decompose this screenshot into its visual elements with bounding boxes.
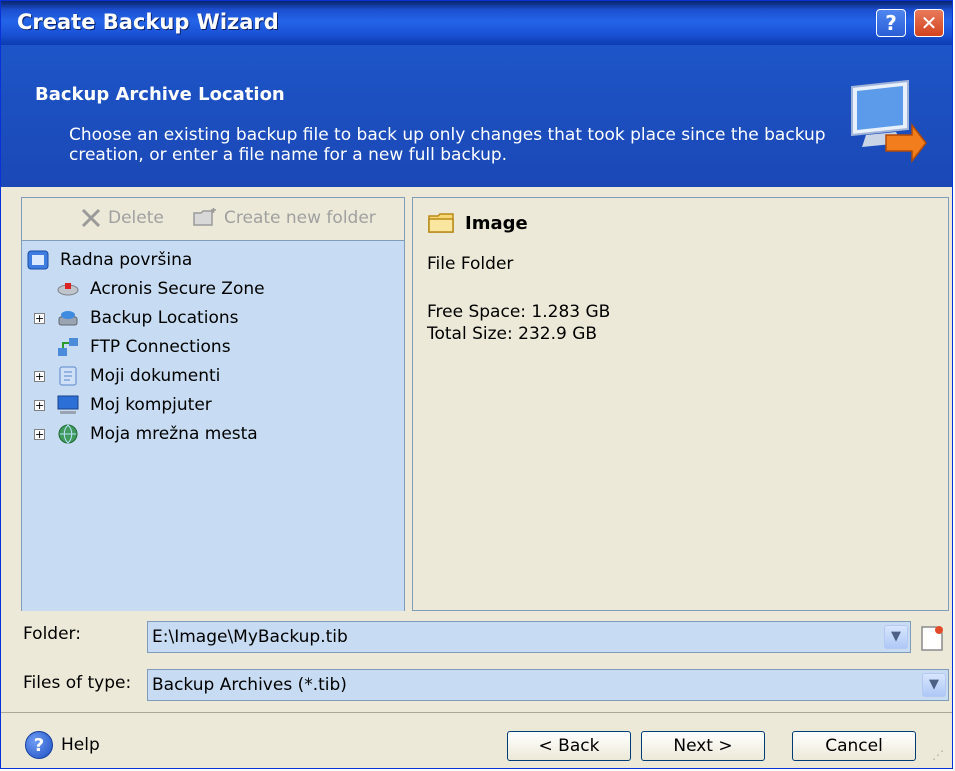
- tree-item-label: Backup Locations: [90, 308, 239, 328]
- back-button[interactable]: < Back: [507, 731, 631, 761]
- documents-icon: [59, 366, 77, 386]
- free-space-text: Free Space: 1.283 GB: [427, 302, 611, 322]
- chevron-down-icon: ▼: [929, 677, 939, 692]
- expand-toggle[interactable]: +: [34, 312, 45, 324]
- tree-item-label: Acronis Secure Zone: [90, 279, 265, 299]
- tree-item-computer[interactable]: + Moj kompjuter: [34, 392, 212, 418]
- close-button[interactable]: ✕: [914, 9, 944, 37]
- backup-locations-icon: [58, 311, 78, 326]
- total-size-text: Total Size: 232.9 GB: [427, 324, 598, 344]
- tree-item-desktop[interactable]: Radna površina: [26, 247, 192, 273]
- backup-wizard-window: Create Backup Wizard ? ✕ Backup Archive …: [0, 0, 953, 769]
- step-title: Backup Archive Location: [35, 84, 285, 105]
- expand-toggle[interactable]: +: [34, 399, 45, 411]
- tree-item-label: Moji dokumenti: [90, 366, 221, 386]
- expand-toggle[interactable]: +: [34, 370, 45, 382]
- location-browser: Delete Create new folder Radna površina: [21, 197, 405, 611]
- cancel-button[interactable]: Cancel: [792, 731, 916, 761]
- selected-item-type: File Folder: [427, 254, 514, 274]
- desktop-icon: [27, 250, 49, 270]
- file-type-label: Files of type:: [23, 673, 132, 693]
- tree-item-secure-zone[interactable]: Acronis Secure Zone: [56, 276, 265, 302]
- file-type-select[interactable]: Backup Archives (*.tib) ▼: [147, 669, 949, 701]
- tree-item-label: Radna površina: [60, 250, 193, 270]
- create-folder-label: Create new folder: [224, 208, 376, 228]
- help-title-button[interactable]: ?: [876, 9, 906, 37]
- wizard-header: Backup Archive Location Choose an existi…: [1, 45, 952, 187]
- secure-zone-icon: [57, 283, 79, 296]
- ftp-icon: [58, 338, 78, 356]
- selected-item-title: Image: [427, 212, 528, 234]
- file-type-value: Backup Archives (*.tib): [152, 675, 347, 695]
- monitor-arrow-icon: [851, 79, 927, 164]
- tree-item-network[interactable]: + Moja mrežna mesta: [34, 421, 258, 447]
- tree-item-label: Moj kompjuter: [90, 395, 212, 415]
- resize-grip[interactable]: ⋰: [932, 748, 948, 764]
- window-title: Create Backup Wizard: [17, 10, 279, 34]
- folder-value: E:\Image\MyBackup.tib: [152, 627, 348, 647]
- browser-toolbar: Delete Create new folder: [22, 198, 404, 240]
- help-icon: ?: [25, 731, 53, 759]
- network-icon: [58, 424, 78, 444]
- computer-icon: [57, 395, 79, 414]
- tree-item-ftp[interactable]: FTP Connections: [56, 334, 231, 360]
- help-label: Help: [61, 735, 100, 755]
- next-button[interactable]: Next >: [641, 731, 765, 761]
- new-folder-icon: [193, 208, 216, 226]
- file-type-dropdown-button[interactable]: ▼: [922, 673, 946, 697]
- delete-label: Delete: [108, 208, 164, 228]
- folder-tree[interactable]: Radna površina Acronis Secure Zone + Bac…: [22, 240, 404, 611]
- folder-label: Folder:: [23, 624, 81, 644]
- step-description: Choose an existing backup file to back u…: [69, 125, 826, 165]
- folder-combo[interactable]: E:\Image\MyBackup.tib ▼: [147, 621, 911, 653]
- expand-toggle[interactable]: +: [34, 428, 45, 440]
- footer-separator: [1, 712, 952, 713]
- delete-icon: [81, 208, 101, 228]
- help-link[interactable]: ? Help: [25, 731, 100, 759]
- tree-item-backup-locations[interactable]: + Backup Locations: [34, 305, 239, 331]
- delete-button[interactable]: Delete: [80, 208, 164, 228]
- selected-item-name: Image: [465, 212, 528, 234]
- chevron-down-icon: ▼: [891, 629, 901, 644]
- folder-dropdown-button[interactable]: ▼: [884, 625, 908, 649]
- tree-item-documents[interactable]: + Moji dokumenti: [34, 363, 221, 389]
- title-bar[interactable]: Create Backup Wizard ? ✕: [1, 1, 952, 45]
- create-folder-button[interactable]: Create new folder: [192, 208, 376, 228]
- item-info-panel: Image File Folder Free Space: 1.283 GB T…: [412, 197, 949, 611]
- tree-item-label: FTP Connections: [90, 337, 231, 357]
- folder-icon: [428, 213, 454, 233]
- new-file-icon[interactable]: [917, 623, 947, 653]
- tree-item-label: Moja mrežna mesta: [90, 424, 258, 444]
